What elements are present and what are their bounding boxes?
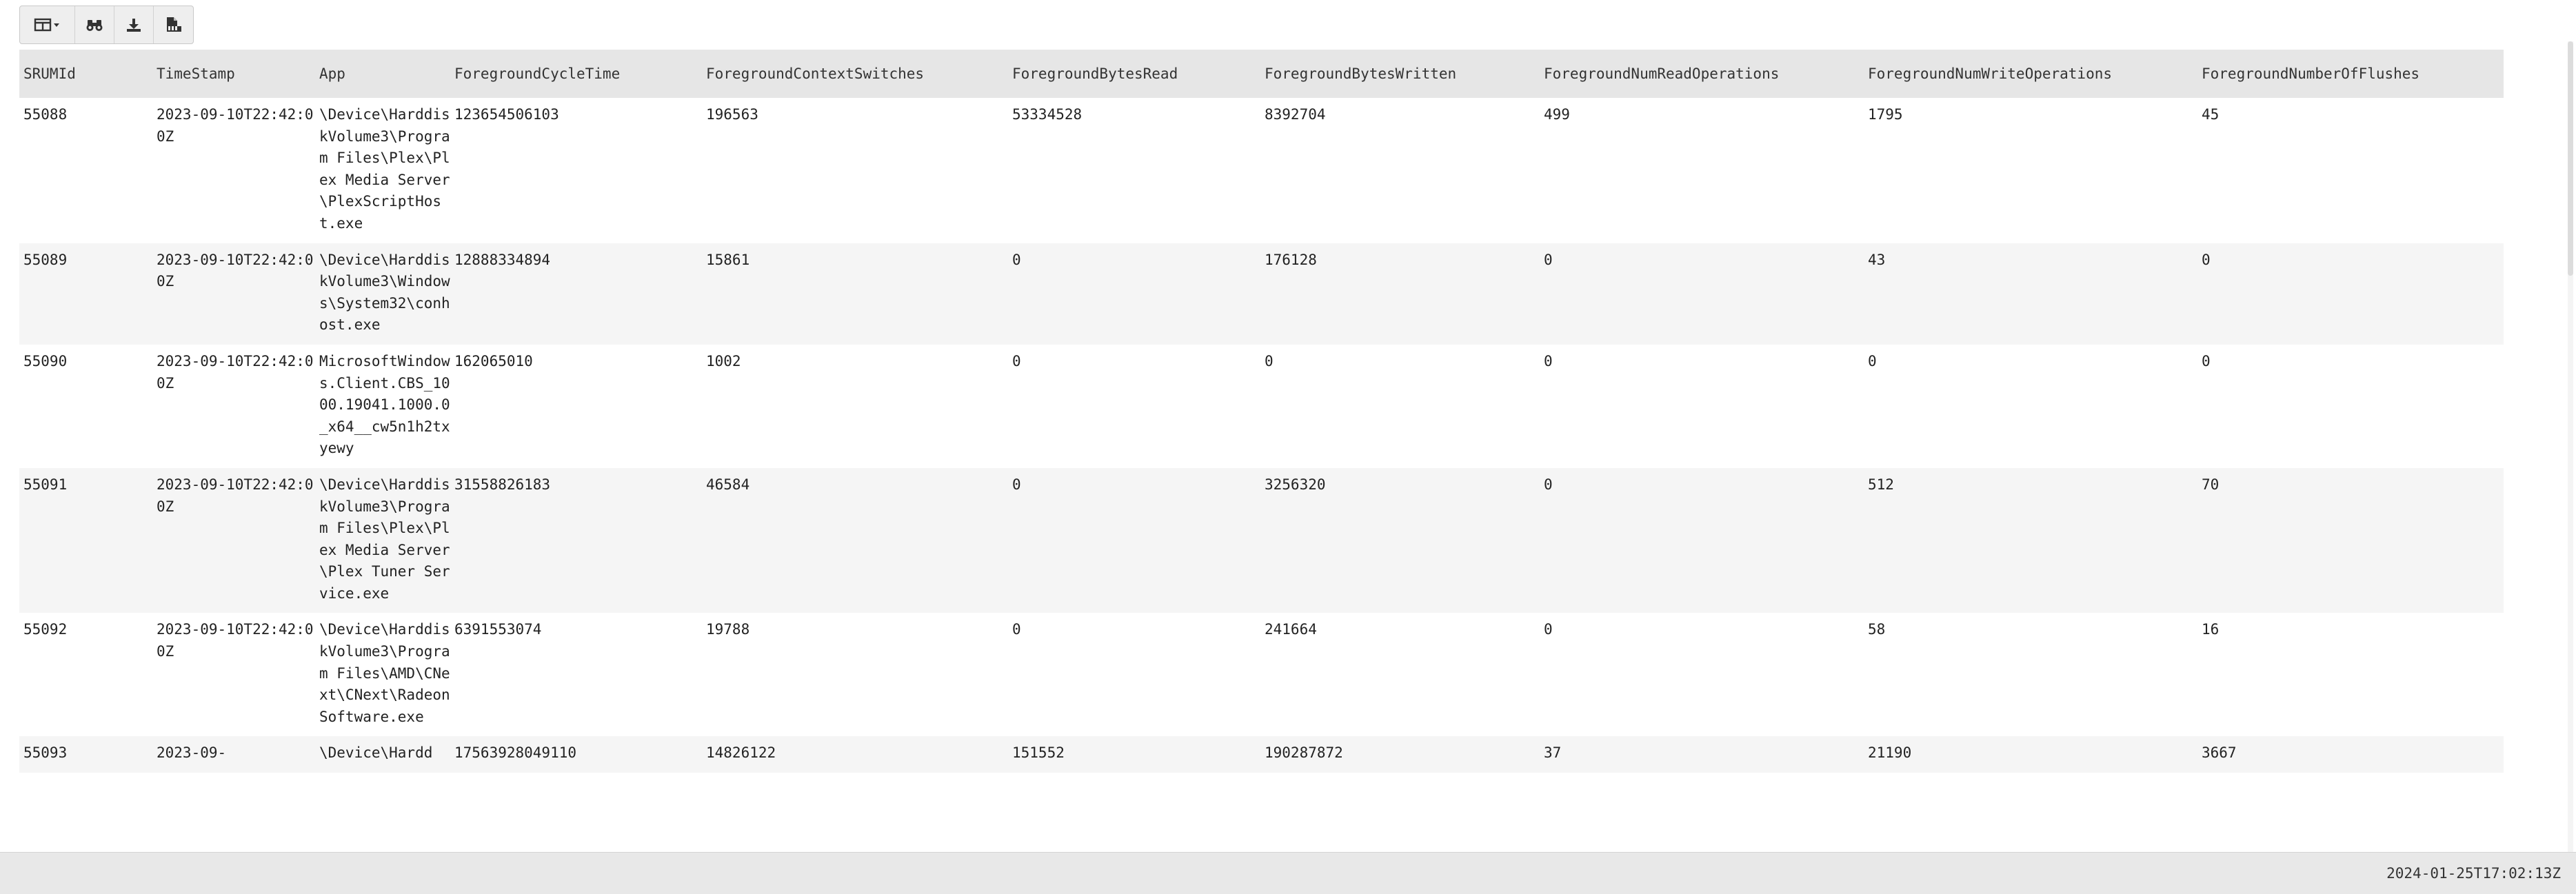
cell-foreground-bytes-written: 241664 bbox=[1260, 613, 1540, 737]
cell-foreground-num-write-operations: 21190 bbox=[1864, 736, 2197, 773]
cell-srumid: 55092 bbox=[19, 613, 152, 737]
cell-foreground-number-of-flushes: 45 bbox=[2197, 98, 2504, 243]
cell-foreground-cycle-time: 31558826183 bbox=[450, 467, 702, 613]
scrollbar-thumb[interactable] bbox=[2568, 41, 2573, 276]
cell-srumid: 55088 bbox=[19, 98, 152, 243]
cell-foreground-num-write-operations: 512 bbox=[1864, 467, 2197, 613]
cell-timestamp: 2023-09- bbox=[152, 736, 315, 773]
table-row[interactable]: 55092 2023-09-10T22:42:00Z \Device\Hardd… bbox=[19, 613, 2504, 737]
cell-foreground-context-switches: 14826122 bbox=[702, 736, 1008, 773]
cell-foreground-bytes-written: 8392704 bbox=[1260, 98, 1540, 243]
table-row[interactable]: 55089 2023-09-10T22:42:00Z \Device\Hardd… bbox=[19, 243, 2504, 345]
cell-foreground-number-of-flushes: 3667 bbox=[2197, 736, 2504, 773]
cell-foreground-num-read-operations: 37 bbox=[1540, 736, 1864, 773]
cell-srumid: 55089 bbox=[19, 243, 152, 345]
cell-foreground-bytes-written: 0 bbox=[1260, 344, 1540, 468]
table-columns-icon bbox=[34, 17, 61, 32]
cell-foreground-num-write-operations: 43 bbox=[1864, 243, 2197, 345]
cell-foreground-num-read-operations: 0 bbox=[1540, 467, 1864, 613]
column-header-srumid[interactable]: SRUMId bbox=[19, 50, 152, 98]
cell-app: \Device\Hardd bbox=[315, 736, 450, 773]
find-button[interactable] bbox=[75, 6, 114, 43]
cell-timestamp: 2023-09-10T22:42:00Z bbox=[152, 467, 315, 613]
cell-foreground-number-of-flushes: 0 bbox=[2197, 344, 2504, 468]
cell-app: \Device\HarddiskVolume3\Windows\System32… bbox=[315, 243, 450, 345]
cell-foreground-bytes-written: 3256320 bbox=[1260, 467, 1540, 613]
cell-foreground-num-write-operations: 58 bbox=[1864, 613, 2197, 737]
cell-foreground-context-switches: 19788 bbox=[702, 613, 1008, 737]
cell-foreground-bytes-read: 0 bbox=[1008, 467, 1260, 613]
download-button[interactable] bbox=[114, 6, 154, 43]
column-header-foreground-num-write-operations[interactable]: ForegroundNumWriteOperations bbox=[1864, 50, 2197, 98]
export-csv-button[interactable] bbox=[154, 6, 193, 43]
binoculars-icon bbox=[86, 17, 103, 32]
column-header-app[interactable]: App bbox=[315, 50, 450, 98]
cell-foreground-num-read-operations: 0 bbox=[1540, 344, 1864, 468]
cell-timestamp: 2023-09-10T22:42:00Z bbox=[152, 613, 315, 737]
cell-app: \Device\HarddiskVolume3\Program Files\Pl… bbox=[315, 467, 450, 613]
cell-foreground-number-of-flushes: 0 bbox=[2197, 243, 2504, 345]
cell-foreground-bytes-written: 190287872 bbox=[1260, 736, 1540, 773]
cell-foreground-bytes-written: 176128 bbox=[1260, 243, 1540, 345]
cell-foreground-cycle-time: 12888334894 bbox=[450, 243, 702, 345]
cell-foreground-bytes-read: 53334528 bbox=[1008, 98, 1260, 243]
column-header-foreground-context-switches[interactable]: ForegroundContextSwitches bbox=[702, 50, 1008, 98]
cell-foreground-context-switches: 196563 bbox=[702, 98, 1008, 243]
cell-foreground-cycle-time: 6391553074 bbox=[450, 613, 702, 737]
column-header-foreground-bytes-read[interactable]: ForegroundBytesRead bbox=[1008, 50, 1260, 98]
column-header-timestamp[interactable]: TimeStamp bbox=[152, 50, 315, 98]
table-toolbar bbox=[19, 6, 194, 44]
cell-foreground-cycle-time: 162065010 bbox=[450, 344, 702, 468]
column-header-foreground-cycle-time[interactable]: ForegroundCycleTime bbox=[450, 50, 702, 98]
cell-timestamp: 2023-09-10T22:42:00Z bbox=[152, 243, 315, 345]
cell-foreground-cycle-time: 17563928049110 bbox=[450, 736, 702, 773]
cell-foreground-num-write-operations: 1795 bbox=[1864, 98, 2197, 243]
cell-timestamp: 2023-09-10T22:42:00Z bbox=[152, 344, 315, 468]
cell-foreground-bytes-read: 0 bbox=[1008, 344, 1260, 468]
cell-foreground-context-switches: 46584 bbox=[702, 467, 1008, 613]
cell-foreground-num-read-operations: 0 bbox=[1540, 243, 1864, 345]
cell-foreground-num-read-operations: 0 bbox=[1540, 613, 1864, 737]
status-bar: 2024-01-25T17:02:13Z bbox=[0, 852, 2576, 894]
table-header-row: SRUMId TimeStamp App ForegroundCycleTime… bbox=[19, 50, 2504, 98]
cell-foreground-context-switches: 1002 bbox=[702, 344, 1008, 468]
cell-foreground-num-write-operations: 0 bbox=[1864, 344, 2197, 468]
table-row[interactable]: 55090 2023-09-10T22:42:00Z MicrosoftWind… bbox=[19, 344, 2504, 468]
cell-srumid: 55093 bbox=[19, 736, 152, 773]
table-row[interactable]: 55091 2023-09-10T22:42:00Z \Device\Hardd… bbox=[19, 467, 2504, 613]
cell-foreground-cycle-time: 123654506103 bbox=[450, 98, 702, 243]
cell-foreground-bytes-read: 0 bbox=[1008, 613, 1260, 737]
srum-data-table: SRUMId TimeStamp App ForegroundCycleTime… bbox=[19, 50, 2504, 852]
column-header-foreground-number-of-flushes[interactable]: ForegroundNumberOfFlushes bbox=[2197, 50, 2504, 98]
cell-app: MicrosoftWindows.Client.CBS_1000.19041.1… bbox=[315, 344, 450, 468]
cell-timestamp: 2023-09-10T22:42:00Z bbox=[152, 98, 315, 243]
cell-foreground-context-switches: 15861 bbox=[702, 243, 1008, 345]
cell-srumid: 55091 bbox=[19, 467, 152, 613]
cell-foreground-number-of-flushes: 70 bbox=[2197, 467, 2504, 613]
cell-foreground-number-of-flushes: 16 bbox=[2197, 613, 2504, 737]
column-header-foreground-num-read-operations[interactable]: ForegroundNumReadOperations bbox=[1540, 50, 1864, 98]
cell-app: \Device\HarddiskVolume3\Program Files\AM… bbox=[315, 613, 450, 737]
cell-foreground-num-read-operations: 499 bbox=[1540, 98, 1864, 243]
cell-srumid: 55090 bbox=[19, 344, 152, 468]
download-icon bbox=[125, 17, 142, 32]
status-timestamp: 2024-01-25T17:02:13Z bbox=[2386, 865, 2561, 882]
cell-foreground-bytes-read: 0 bbox=[1008, 243, 1260, 345]
file-csv-icon bbox=[165, 17, 183, 33]
table-row[interactable]: 55088 2023-09-10T22:42:00Z \Device\Hardd… bbox=[19, 98, 2504, 243]
columns-toggle-button[interactable] bbox=[20, 6, 75, 43]
cell-foreground-bytes-read: 151552 bbox=[1008, 736, 1260, 773]
table-row[interactable]: 55093 2023-09- \Device\Hardd 17563928049… bbox=[19, 736, 2504, 773]
column-header-foreground-bytes-written[interactable]: ForegroundBytesWritten bbox=[1260, 50, 1540, 98]
cell-app: \Device\HarddiskVolume3\Program Files\Pl… bbox=[315, 98, 450, 243]
